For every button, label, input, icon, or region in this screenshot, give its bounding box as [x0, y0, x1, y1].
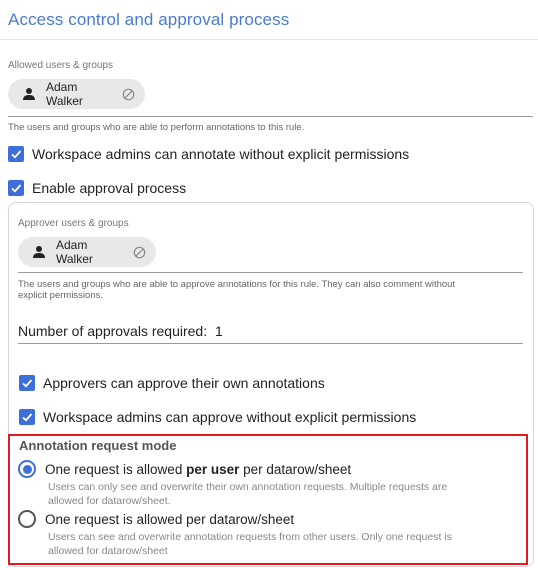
allowed-users-label: Allowed users & groups — [8, 60, 114, 71]
option-per-user-desc-line1: Users can only see and overwrite their o… — [48, 481, 448, 493]
approver-users-input-underline — [18, 272, 523, 273]
allowed-users-input-underline — [8, 116, 533, 117]
option-per-user-desc-line2: allowed for datarow/sheet. — [48, 495, 171, 507]
request-mode-title: Annotation request mode — [19, 438, 177, 453]
approver-user-chip[interactable]: Adam Walker — [18, 237, 156, 267]
title-divider — [0, 39, 538, 40]
radio-selected-icon[interactable] — [18, 460, 36, 478]
option-per-user-label: One request is allowed per user per data… — [45, 461, 352, 477]
check-icon[interactable] — [19, 375, 35, 391]
option-per-datarow-label: One request is allowed per datarow/sheet — [45, 511, 295, 527]
radio-unselected-icon[interactable] — [18, 510, 36, 528]
option-per-datarow-desc-line1: Users can see and overwrite annotation r… — [48, 531, 452, 543]
check-icon[interactable] — [8, 180, 24, 196]
request-mode-option-per-datarow[interactable]: One request is allowed per datarow/sheet — [18, 510, 294, 528]
workspace-admins-annotate-label: Workspace admins can annotate without ex… — [32, 146, 410, 162]
person-icon — [22, 87, 36, 101]
approvals-required-field[interactable]: Number of approvals required: 1 — [18, 323, 223, 339]
approvals-required-underline — [18, 343, 523, 344]
approver-user-chip-name: Adam Walker — [56, 238, 93, 266]
check-icon[interactable] — [19, 409, 35, 425]
remove-icon[interactable] — [133, 246, 146, 259]
approvals-required-value[interactable]: 1 — [215, 323, 223, 339]
approver-users-helper-line1: The users and groups who are able to app… — [18, 279, 456, 290]
person-icon — [32, 245, 46, 259]
admins-approve-checkbox[interactable]: Workspace admins can approve without exp… — [19, 409, 416, 425]
request-mode-option-per-user[interactable]: One request is allowed per user per data… — [18, 460, 351, 478]
admins-approve-label: Workspace admins can approve without exp… — [43, 409, 417, 425]
allowed-user-chip[interactable]: Adam Walker — [8, 79, 145, 109]
option-per-datarow-desc-line2: allowed for datarow/sheet — [48, 545, 168, 557]
approver-users-helper-line2: explicit permissions. — [18, 290, 103, 301]
allowed-user-chip-name: Adam Walker — [46, 80, 83, 108]
enable-approval-label: Enable approval process — [32, 180, 187, 196]
remove-icon[interactable] — [122, 88, 135, 101]
enable-approval-checkbox[interactable]: Enable approval process — [8, 180, 186, 196]
check-icon[interactable] — [8, 146, 24, 162]
approvers-own-label: Approvers can approve their own annotati… — [43, 375, 325, 391]
approvers-own-checkbox[interactable]: Approvers can approve their own annotati… — [19, 375, 325, 391]
approver-users-label: Approver users & groups — [18, 218, 129, 229]
workspace-admins-annotate-checkbox[interactable]: Workspace admins can annotate without ex… — [8, 146, 409, 162]
approvals-required-label: Number of approvals required: — [18, 323, 208, 339]
allowed-users-helper: The users and groups who are able to per… — [8, 122, 305, 133]
section-title: Access control and approval process — [8, 10, 290, 29]
